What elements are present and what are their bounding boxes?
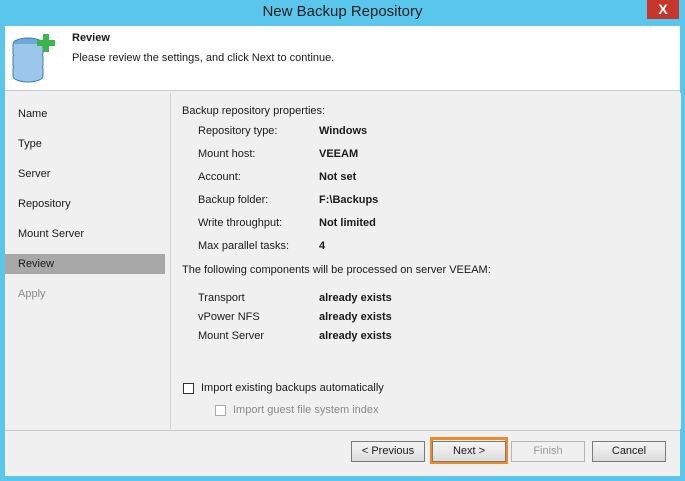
dialog-window: New Backup Repository X Review Please re…	[0, 0, 685, 481]
wizard-steps: Name Type Server Repository Mount Server…	[5, 98, 165, 428]
finish-button: Finish	[511, 441, 585, 462]
footer-divider	[5, 430, 680, 431]
component-status: already exists	[319, 311, 392, 323]
component-label: vPower NFS	[198, 311, 260, 323]
import-guest-index-checkbox	[215, 405, 226, 416]
component-status: already exists	[319, 330, 392, 342]
import-backups-checkbox[interactable]	[183, 383, 194, 394]
title-bar[interactable]: New Backup Repository X	[0, 0, 685, 26]
property-label: Max parallel tasks:	[198, 240, 290, 252]
property-label: Backup folder:	[198, 194, 269, 206]
database-add-icon	[12, 34, 55, 83]
dialog-body: Review Please review the settings, and c…	[5, 26, 681, 476]
import-guest-index-label: Import guest file system index	[233, 404, 379, 416]
next-button[interactable]: Next >	[432, 441, 506, 462]
sidebar-item-name[interactable]: Name	[5, 104, 165, 124]
property-label: Account:	[198, 171, 241, 183]
property-value: Not set	[319, 171, 357, 183]
property-value: 4	[319, 240, 326, 252]
close-button[interactable]: X	[647, 0, 679, 19]
page-subtitle: Please review the settings, and click Ne…	[72, 52, 335, 64]
sidebar-item-review[interactable]: Review	[5, 254, 165, 274]
property-value: Windows	[319, 125, 368, 137]
properties-heading: Backup repository properties:	[182, 105, 326, 117]
component-label: Transport	[198, 292, 245, 304]
component-status: already exists	[319, 292, 392, 304]
cancel-button[interactable]: Cancel	[592, 441, 666, 462]
sidebar-item-repository[interactable]: Repository	[5, 194, 165, 214]
window-title: New Backup Repository	[262, 3, 423, 20]
import-backups-label[interactable]: Import existing backups automatically	[201, 382, 384, 394]
components-heading: The following components will be process…	[182, 264, 491, 276]
sidebar-item-type[interactable]: Type	[5, 134, 165, 154]
sidebar-item-mount-server[interactable]: Mount Server	[5, 224, 165, 244]
property-value: VEEAM	[319, 148, 359, 160]
previous-button[interactable]: < Previous	[351, 441, 425, 462]
wizard-header: Review Please review the settings, and c…	[5, 26, 680, 91]
property-value: F:\Backups	[319, 194, 379, 206]
component-label: Mount Server	[198, 330, 265, 342]
property-value: Not limited	[319, 217, 376, 229]
page-title: Review	[72, 32, 110, 44]
sidebar-item-apply: Apply	[18, 288, 46, 300]
sidebar-item-server[interactable]: Server	[5, 164, 165, 184]
property-label: Write throughput:	[198, 217, 283, 229]
review-panel: Backup repository properties: Repository…	[170, 93, 681, 429]
property-label: Mount host:	[198, 148, 256, 160]
property-label: Repository type:	[198, 125, 278, 137]
